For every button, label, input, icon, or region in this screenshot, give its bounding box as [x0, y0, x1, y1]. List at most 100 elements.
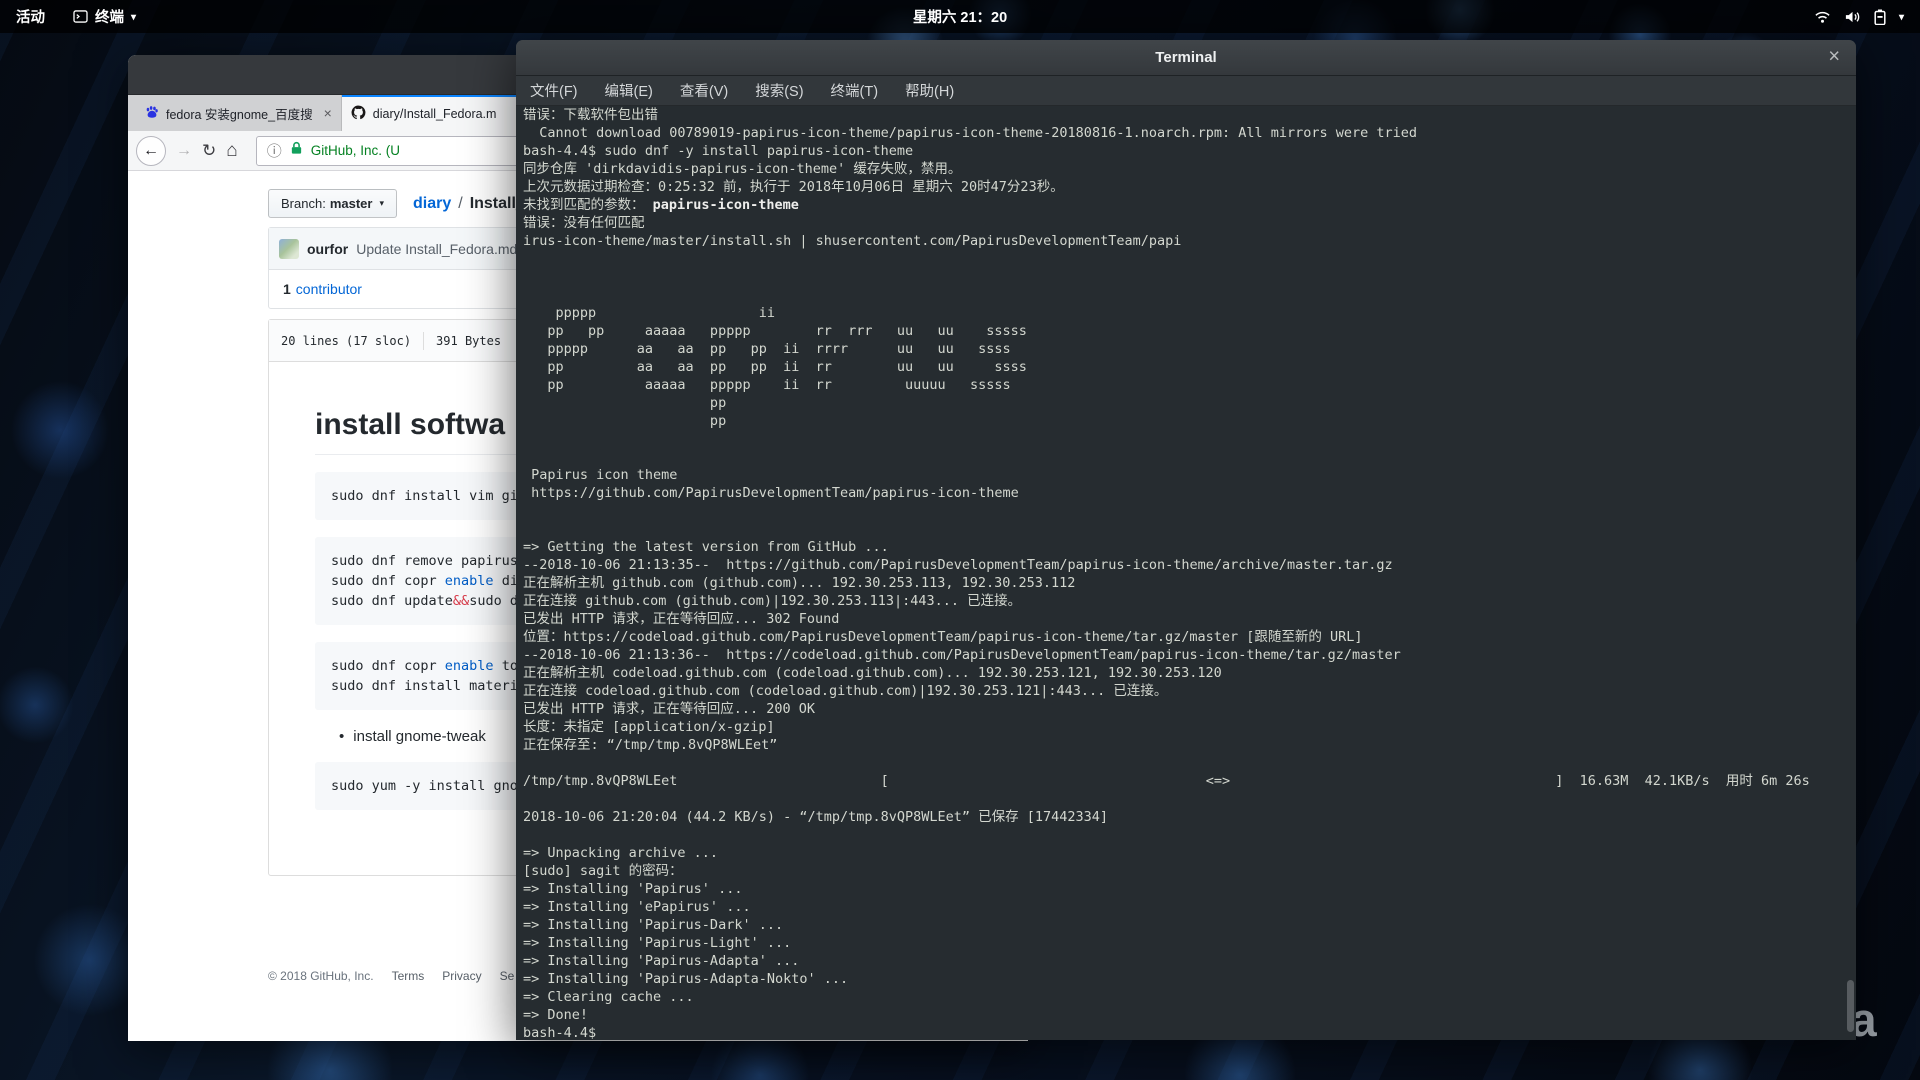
terminal-line: 上次元数据过期检查：0:25:32 前，执行于 2018年10月06日 星期六 …	[523, 178, 1846, 196]
terminal-line: pp aaaaa ppppp ii rr uuuuu sssss	[523, 376, 1846, 394]
branch-label: Branch:	[281, 196, 326, 211]
menu-item[interactable]: 文件(F)	[530, 80, 578, 101]
terminal-line	[523, 430, 1846, 448]
menu-item[interactable]: 终端(T)	[831, 80, 879, 101]
close-icon[interactable]: ×	[1828, 45, 1840, 68]
terminal-line	[523, 250, 1846, 268]
terminal-line: pp pp aaaaa ppppp rr rrr uu uu sssss	[523, 322, 1846, 340]
terminal-line	[523, 754, 1846, 772]
terminal-titlebar[interactable]: Terminal ×	[516, 40, 1856, 76]
clock[interactable]: 星期六 21：20	[913, 0, 1007, 33]
terminal-line: Papirus icon theme	[523, 466, 1846, 484]
terminal-line: => Installing 'ePapirus' ...	[523, 898, 1846, 916]
menu-item[interactable]: 编辑(E)	[605, 80, 653, 101]
scrollbar-handle[interactable]	[1847, 980, 1854, 1032]
tab-baidu-search[interactable]: fedora 安装gnome_百度搜 ×	[136, 95, 342, 131]
terminal-app-icon	[73, 10, 88, 23]
avatar[interactable]	[279, 239, 299, 259]
menu-item[interactable]: 帮助(H)	[905, 80, 954, 101]
terminal-line: 未找到匹配的参数： papirus-icon-theme	[523, 196, 1846, 214]
volume-icon	[1844, 10, 1861, 24]
terminal-line: => Getting the latest version from GitHu…	[523, 538, 1846, 556]
branch-name: master	[330, 196, 373, 211]
terminal-output[interactable]: 错误：下载软件包出错 Cannot download 00789019-papi…	[523, 106, 1846, 1040]
chevron-down-icon: ▾	[379, 198, 384, 209]
terminal-line: => Installing 'Papirus-Adapta-Nokto' ...	[523, 970, 1846, 988]
github-footer: © 2018 GitHub, Inc. Terms Privacy Se	[268, 969, 514, 983]
terminal-menubar: 文件(F) 编辑(E) 查看(V) 搜索(S) 终端(T) 帮助(H)	[516, 76, 1856, 106]
terminal-line: [sudo] sagit 的密码：	[523, 862, 1846, 880]
menu-item[interactable]: 查看(V)	[680, 80, 728, 101]
home-button[interactable]: ⌂	[226, 140, 237, 162]
terminal-line: 2018-10-06 21:20:04 (44.2 KB/s) - “/tmp/…	[523, 808, 1846, 826]
terminal-line: --2018-10-06 21:13:35-- https://github.c…	[523, 556, 1846, 574]
caret-down-icon: ▾	[1899, 12, 1904, 23]
terminal-line: 同步仓库 'dirkdavidis-papirus-icon-theme' 缓存…	[523, 160, 1846, 178]
page-info-icon[interactable]: ⓘ	[267, 140, 282, 161]
baidu-favicon-icon	[145, 105, 159, 122]
terminal-line: 正在连接 github.com (github.com)|192.30.253.…	[523, 592, 1846, 610]
site-identity-label[interactable]: GitHub, Inc. (U	[311, 143, 400, 158]
terminal-line: pp aa aa pp pp ii rr uu uu ssss	[523, 358, 1846, 376]
app-menu-terminal[interactable]: 终端 ▾	[61, 0, 148, 33]
bullet-icon: •	[339, 728, 344, 745]
terminal-line: 正在连接 codeload.github.com (codeload.githu…	[523, 682, 1846, 700]
breadcrumb-separator: /	[458, 195, 462, 212]
terminal-line: --2018-10-06 21:13:36-- https://codeload…	[523, 646, 1846, 664]
menu-item[interactable]: 搜索(S)	[755, 80, 803, 101]
activities-button[interactable]: 活动	[0, 0, 61, 33]
terminal-line: bash-4.4$	[523, 1024, 1846, 1040]
tab-close-icon[interactable]: ×	[324, 105, 332, 121]
terminal-window: Terminal × 文件(F) 编辑(E) 查看(V) 搜索(S) 终端(T) 帮助(H…	[516, 40, 1856, 1040]
system-status-area[interactable]: ▾	[1806, 0, 1912, 33]
branch-selector-button[interactable]: Branch: master ▾	[268, 189, 397, 218]
gnome-top-bar: 活动 终端 ▾ 星期六 21：20 ▾	[0, 0, 1920, 33]
footer-link[interactable]: Privacy	[442, 969, 481, 983]
terminal-line: 正在解析主机 codeload.github.com (codeload.git…	[523, 664, 1846, 682]
terminal-line: bash-4.4$ sudo dnf -y install papirus-ic…	[523, 142, 1846, 160]
contributor-count: 1	[283, 281, 291, 297]
terminal-line: irus-icon-theme/master/install.sh | shus…	[523, 232, 1846, 250]
back-button[interactable]: ←	[136, 136, 166, 166]
breadcrumb-dir-link[interactable]: diary	[413, 195, 451, 212]
tab-title: diary/Install_Fedora.m	[373, 107, 497, 121]
terminal-line: => Done!	[523, 1006, 1846, 1024]
terminal-line: pp	[523, 412, 1846, 430]
terminal-line	[523, 520, 1846, 538]
terminal-line: => Installing 'Papirus-Adapta' ...	[523, 952, 1846, 970]
terminal-line: => Installing 'Papirus-Light' ...	[523, 934, 1846, 952]
terminal-line: 正在解析主机 github.com (github.com)... 192.30…	[523, 574, 1846, 592]
terminal-line	[523, 448, 1846, 466]
terminal-line: => Installing 'Papirus' ...	[523, 880, 1846, 898]
lock-icon	[290, 141, 303, 160]
app-menu-label: 终端	[95, 6, 124, 27]
terminal-line	[523, 268, 1846, 286]
terminal-line: https://github.com/PapirusDevelopmentTea…	[523, 484, 1846, 502]
file-lines-count: 20 lines (17 sloc)	[281, 334, 411, 348]
footer-links: Terms Privacy Se	[392, 969, 515, 983]
terminal-line: => Unpacking archive ...	[523, 844, 1846, 862]
terminal-line: => Installing 'Papirus-Dark' ...	[523, 916, 1846, 934]
footer-link[interactable]: Terms	[392, 969, 425, 983]
terminal-line: 位置：https://codeload.github.com/PapirusDe…	[523, 628, 1846, 646]
commit-message-link[interactable]: Update Install_Fedora.md	[356, 241, 517, 257]
caret-down-icon: ▾	[131, 12, 136, 23]
file-size: 391 Bytes	[436, 334, 501, 348]
commit-author-link[interactable]: ourfor	[307, 241, 348, 257]
terminal-line: Cannot download 00789019-papirus-icon-th…	[523, 124, 1846, 142]
terminal-line	[523, 826, 1846, 844]
terminal-line	[523, 502, 1846, 520]
forward-button[interactable]: →	[176, 142, 192, 160]
terminal-line: pp	[523, 394, 1846, 412]
terminal-line: => Clearing cache ...	[523, 988, 1846, 1006]
terminal-line	[523, 790, 1846, 808]
terminal-line: ppppp ii	[523, 304, 1846, 322]
footer-link[interactable]: Se	[500, 969, 515, 983]
divider	[423, 332, 424, 350]
terminal-line: 已发出 HTTP 请求，正在等待回应... 200 OK	[523, 700, 1846, 718]
terminal-line	[523, 286, 1846, 304]
reload-button[interactable]: ↻	[202, 141, 216, 161]
contributor-label: contributor	[296, 281, 362, 297]
terminal-title: Terminal	[1155, 49, 1216, 66]
copyright: © 2018 GitHub, Inc.	[268, 969, 374, 983]
